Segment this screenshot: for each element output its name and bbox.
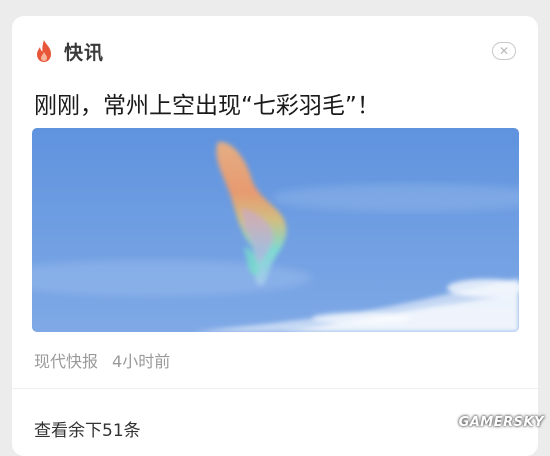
- news-headline[interactable]: 刚刚，常州上空出现“七彩羽毛”！: [34, 86, 514, 120]
- news-meta: 现代快报 4小时前: [34, 348, 170, 372]
- section-title: 快讯: [64, 41, 105, 64]
- watermark: GAMERSKY: [458, 415, 544, 430]
- card-header: 快讯: [34, 38, 104, 64]
- flame-icon: [37, 40, 51, 62]
- sky-photo: [32, 128, 519, 332]
- news-card: 快讯 ✕ 刚刚，常州上空出现“七彩羽毛”！ 现代快报 4小时前 查看余下51条: [12, 16, 538, 456]
- close-icon: ✕: [498, 44, 510, 58]
- close-button[interactable]: ✕: [492, 42, 516, 60]
- divider: [12, 388, 538, 389]
- news-time: 4小时前: [112, 352, 171, 371]
- view-more-link[interactable]: 查看余下51条: [34, 416, 141, 441]
- news-image[interactable]: [32, 128, 519, 332]
- news-source: 现代快报: [34, 352, 99, 371]
